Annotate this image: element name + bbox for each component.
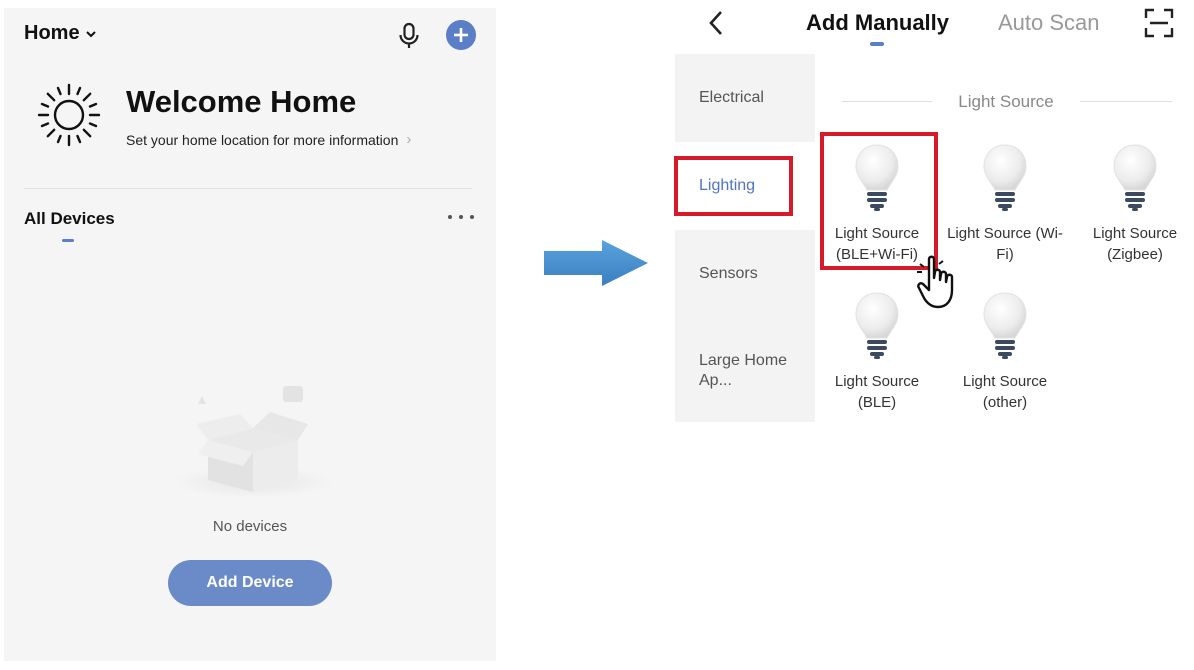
- home-title-label: Home: [24, 22, 80, 44]
- add-device-button[interactable]: Add Device: [168, 560, 332, 606]
- arrow-right-icon: [544, 240, 648, 286]
- mic-icon[interactable]: [396, 22, 422, 50]
- device-label: Light Source (BLE): [834, 373, 920, 411]
- more-icon[interactable]: [448, 209, 474, 225]
- device-light-source-zigbee[interactable]: Light Source (Zigbee): [1072, 144, 1194, 278]
- divider: [24, 188, 472, 189]
- home-screen: Home Welcome Home Set your home location…: [4, 8, 496, 661]
- chevron-down-icon: [85, 30, 96, 37]
- bulb-icon: [1113, 144, 1157, 211]
- device-light-source-ble[interactable]: Light Source (BLE): [814, 292, 940, 426]
- all-devices-tab[interactable]: All Devices: [24, 209, 115, 229]
- location-hint-text: Set your home location for more informat…: [126, 131, 399, 148]
- category-large-home-appliances[interactable]: Large Home Ap...: [675, 318, 815, 422]
- bulb-icon: [983, 292, 1027, 359]
- bulb-icon: [855, 292, 899, 359]
- chevron-right-icon: ›: [406, 131, 412, 148]
- category-sensors[interactable]: Sensors: [675, 230, 815, 318]
- highlight-box: [820, 132, 938, 270]
- divider: [842, 101, 932, 102]
- back-icon[interactable]: [704, 8, 728, 38]
- device-light-source-other[interactable]: Light Source (other): [942, 292, 1068, 426]
- tab-indicator: [62, 239, 74, 242]
- home-selector[interactable]: Home: [24, 22, 98, 45]
- scan-icon[interactable]: [1144, 8, 1174, 38]
- category-list: Electrical Lighting Sensors Large Home A…: [675, 54, 815, 422]
- plus-icon: [454, 28, 468, 42]
- bulb-icon: [983, 144, 1027, 211]
- no-devices-text: No devices: [212, 518, 288, 535]
- tab-auto-scan[interactable]: Auto Scan: [998, 10, 1100, 36]
- location-hint-link[interactable]: Set your home location for more informat…: [126, 131, 411, 148]
- welcome-title: Welcome Home: [126, 84, 357, 119]
- tab-add-manually[interactable]: Add Manually: [806, 10, 949, 36]
- add-button[interactable]: [446, 20, 476, 50]
- empty-box-icon: [173, 386, 333, 498]
- device-label: Light Source (Zigbee): [1092, 225, 1178, 263]
- hand-pointer-icon: [917, 255, 954, 309]
- sun-icon: [37, 83, 101, 147]
- divider: [1080, 101, 1172, 102]
- category-electrical[interactable]: Electrical: [675, 54, 815, 142]
- section-title: Light Source: [958, 92, 1054, 111]
- highlight-box: [674, 156, 793, 216]
- tab-indicator: [870, 42, 884, 46]
- device-label: Light Source (other): [962, 373, 1048, 411]
